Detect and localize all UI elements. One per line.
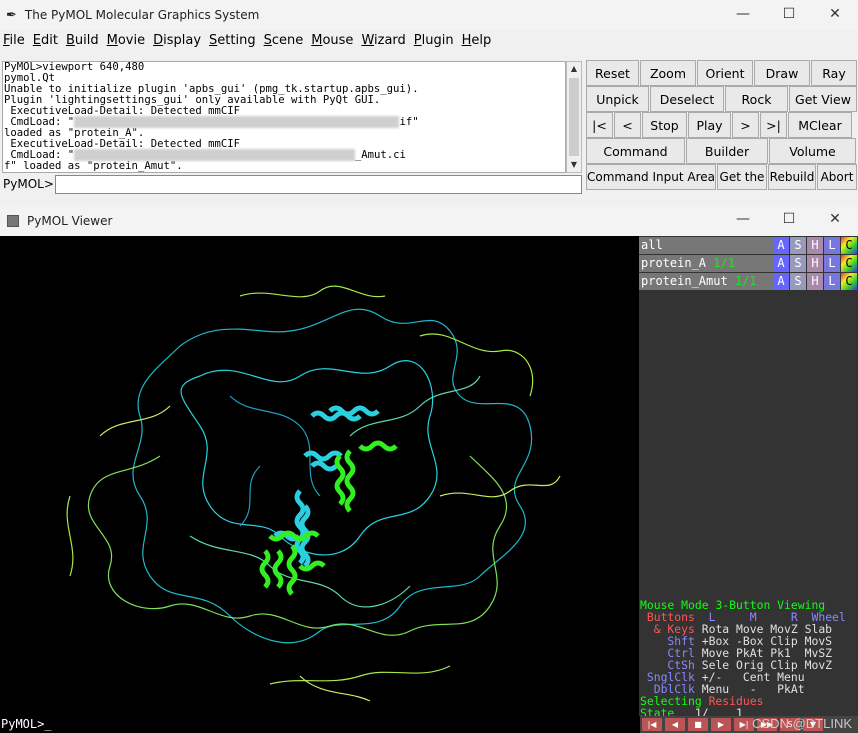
menu-display[interactable]: Display bbox=[150, 33, 204, 48]
hide-button[interactable]: H bbox=[807, 237, 823, 254]
window-title: The PyMOL Molecular Graphics System bbox=[24, 8, 260, 22]
prev-frame-button[interactable]: < bbox=[614, 112, 641, 138]
menu-edit[interactable]: Edit bbox=[30, 33, 61, 48]
output-log[interactable]: PyMOL>viewport 640,480 pymol.Qt Unable to … bbox=[2, 61, 566, 173]
command-input-area-button[interactable]: Command Input Area bbox=[586, 164, 716, 190]
molecule-canvas[interactable] bbox=[0, 236, 638, 716]
show-button[interactable]: S bbox=[790, 273, 806, 290]
stop-button[interactable]: Stop bbox=[642, 112, 687, 138]
menu-wizard[interactable]: Wizard bbox=[358, 33, 408, 48]
play-icon[interactable]: ▶ bbox=[711, 718, 731, 731]
menu-movie[interactable]: Movie bbox=[104, 33, 148, 48]
feather-icon: ✒ bbox=[6, 7, 17, 23]
viewer-window: PyMOL Viewer — ☐ ✕ all A S H L C protein… bbox=[0, 205, 858, 733]
zoom-button[interactable]: Zoom bbox=[640, 60, 696, 86]
object-name[interactable]: protein_Amut 1/1 bbox=[639, 273, 773, 290]
watermark: CSDN @DTLINK bbox=[752, 716, 852, 731]
command-row: PyMOL> bbox=[0, 174, 584, 194]
last-frame-button[interactable]: >| bbox=[760, 112, 787, 138]
viewer-title: PyMOL Viewer bbox=[27, 213, 113, 228]
protein-structure-render bbox=[66, 285, 561, 702]
label-button[interactable]: L bbox=[824, 255, 840, 272]
main-titlebar: ✒ The PyMOL Molecular Graphics System — … bbox=[0, 0, 858, 30]
show-button[interactable]: S bbox=[790, 237, 806, 254]
app-icon bbox=[7, 214, 19, 227]
first-frame-icon[interactable]: |◀ bbox=[642, 718, 662, 731]
menu-mouse[interactable]: Mouse bbox=[308, 33, 356, 48]
label-button[interactable]: L bbox=[824, 237, 840, 254]
log-line: CmdLoad: "xxxxxxxxxxxxxxxxxxxxxxxxxxxxxx… bbox=[4, 149, 406, 161]
show-button[interactable]: S bbox=[790, 255, 806, 272]
draw-button[interactable]: Draw bbox=[754, 60, 810, 86]
viewer-titlebar: PyMOL Viewer — ☐ ✕ bbox=[0, 205, 858, 236]
log-line: f" loaded as "protein_Amut". bbox=[4, 160, 183, 172]
get-view-button[interactable]: Get View bbox=[789, 86, 857, 112]
object-row-protein-amut[interactable]: protein_Amut 1/1 A S H L C bbox=[639, 273, 858, 290]
rock-button[interactable]: Rock bbox=[725, 86, 788, 112]
first-frame-button[interactable]: |< bbox=[586, 112, 613, 138]
menu-help[interactable]: Help bbox=[459, 33, 495, 48]
builder-button[interactable]: Builder bbox=[686, 138, 768, 164]
scroll-thumb[interactable] bbox=[569, 78, 579, 156]
action-button[interactable]: A bbox=[773, 255, 789, 272]
get-the-button[interactable]: Get the bbox=[717, 164, 767, 190]
play-button[interactable]: Play bbox=[688, 112, 731, 138]
orient-button[interactable]: Orient bbox=[697, 60, 753, 86]
abort-button[interactable]: Abort bbox=[817, 164, 857, 190]
mclear-button[interactable]: MClear bbox=[788, 112, 852, 138]
log-line: CmdLoad: "xxxxxxxxxxxxxxxxxxxxxxxxxxxxxx… bbox=[4, 116, 419, 128]
label-button[interactable]: L bbox=[824, 273, 840, 290]
minimize-button[interactable]: — bbox=[720, 0, 766, 28]
unpick-button[interactable]: Unpick bbox=[586, 86, 649, 112]
menu-file[interactable]: File bbox=[0, 33, 28, 48]
viewer-command-line[interactable]: PyMOL>_ bbox=[0, 716, 640, 733]
ray-button[interactable]: Ray bbox=[811, 60, 857, 86]
volume-button[interactable]: Volume bbox=[769, 138, 856, 164]
scroll-up-icon[interactable]: ▲ bbox=[567, 62, 581, 76]
menu-scene[interactable]: Scene bbox=[261, 33, 307, 48]
hide-button[interactable]: H bbox=[807, 273, 823, 290]
menu-bar: File Edit Build Movie Display Setting Sc… bbox=[0, 33, 496, 48]
object-name[interactable]: protein_A 1/1 bbox=[639, 255, 773, 272]
log-scrollbar[interactable]: ▲ ▼ bbox=[566, 61, 582, 173]
maximize-button[interactable]: ☐ bbox=[766, 0, 812, 28]
action-button[interactable]: A bbox=[773, 237, 789, 254]
viewer-maximize-button[interactable]: ☐ bbox=[766, 205, 812, 233]
color-button[interactable]: C bbox=[841, 255, 857, 272]
stop-icon[interactable]: ■ bbox=[688, 718, 708, 731]
command-button[interactable]: Command bbox=[586, 138, 685, 164]
close-button[interactable]: ✕ bbox=[812, 0, 858, 28]
action-button[interactable]: A bbox=[773, 273, 789, 290]
rebuild-button[interactable]: Rebuild bbox=[768, 164, 816, 190]
deselect-button[interactable]: Deselect bbox=[650, 86, 724, 112]
control-buttons: Reset Zoom Orient Draw Ray Unpick Desele… bbox=[586, 60, 858, 190]
menu-plugin[interactable]: Plugin bbox=[411, 33, 457, 48]
menu-setting[interactable]: Setting bbox=[206, 33, 259, 48]
reset-button[interactable]: Reset bbox=[586, 60, 639, 86]
viewer-close-button[interactable]: ✕ bbox=[812, 205, 858, 233]
next-frame-icon[interactable]: ▶| bbox=[734, 718, 754, 731]
mouse-mode-panel[interactable]: Mouse Mode 3-Button Viewing Buttons L M … bbox=[640, 599, 858, 719]
log-line: PyMOL>viewport 640,480 bbox=[4, 61, 145, 73]
hide-button[interactable]: H bbox=[807, 255, 823, 272]
main-window: ✒ The PyMOL Molecular Graphics System — … bbox=[0, 0, 858, 200]
viewer-minimize-button[interactable]: — bbox=[720, 205, 766, 233]
color-button[interactable]: C bbox=[841, 237, 857, 254]
object-row-all[interactable]: all A S H L C bbox=[639, 237, 858, 254]
color-button[interactable]: C bbox=[841, 273, 857, 290]
scroll-down-icon[interactable]: ▼ bbox=[567, 158, 581, 172]
menu-build[interactable]: Build bbox=[63, 33, 102, 48]
prev-frame-icon[interactable]: ◀ bbox=[665, 718, 685, 731]
command-input[interactable] bbox=[55, 174, 582, 194]
command-prompt-label: PyMOL> bbox=[3, 177, 54, 191]
object-row-protein-a[interactable]: protein_A 1/1 A S H L C bbox=[639, 255, 858, 272]
object-name[interactable]: all bbox=[639, 237, 773, 254]
next-frame-button[interactable]: > bbox=[732, 112, 759, 138]
